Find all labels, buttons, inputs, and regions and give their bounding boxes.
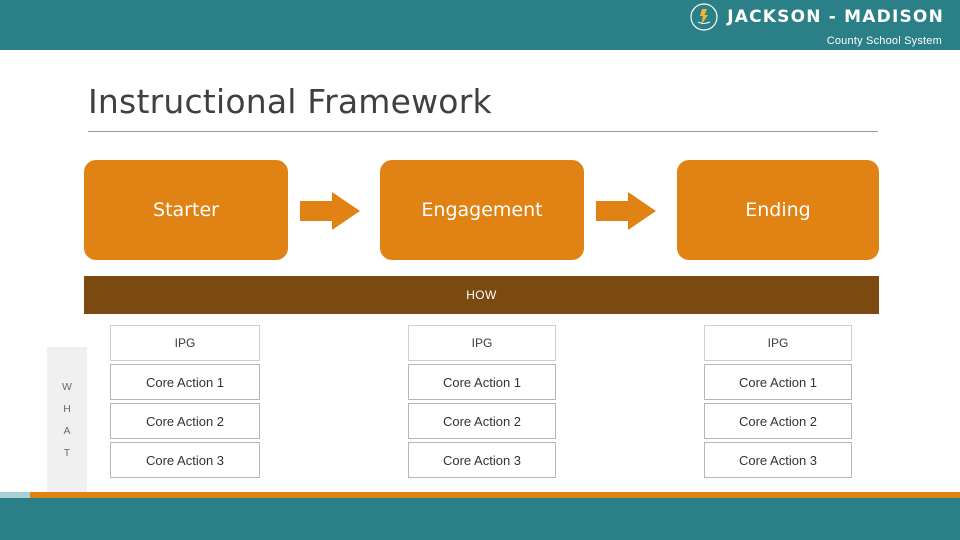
table-row: Core Action 3: [110, 442, 260, 478]
torch-runner-logo-icon: [689, 2, 719, 32]
column-header: IPG: [408, 325, 556, 361]
what-letter: T: [63, 446, 71, 459]
page-title: Instructional Framework: [88, 82, 492, 121]
arrow-shaft: [596, 201, 630, 221]
phase-box-engagement: Engagement: [380, 160, 584, 260]
org-name: JACKSON - MADISON: [727, 6, 944, 27]
how-bar-label: HOW: [466, 288, 497, 302]
arrow-head: [628, 192, 656, 230]
phase-label: Starter: [153, 199, 219, 221]
phase-box-starter: Starter: [84, 160, 288, 260]
what-letter: H: [63, 402, 71, 415]
phase-box-ending: Ending: [677, 160, 879, 260]
table-row: Core Action 1: [408, 364, 556, 400]
top-banner: JACKSON - MADISON County School System: [0, 0, 960, 50]
phase-label: Ending: [745, 199, 811, 221]
table-row: Core Action 2: [704, 403, 852, 439]
what-letter: A: [63, 424, 71, 437]
column-starter: IPG Core Action 1 Core Action 2 Core Act…: [110, 325, 260, 481]
arrow-right-icon: [596, 192, 656, 230]
arrow-head: [332, 192, 360, 230]
column-ending: IPG Core Action 1 Core Action 2 Core Act…: [704, 325, 852, 481]
column-header: IPG: [110, 325, 260, 361]
what-letter: W: [62, 380, 72, 393]
table-row: Core Action 2: [110, 403, 260, 439]
table-row: Core Action 3: [704, 442, 852, 478]
title-divider: [88, 131, 878, 132]
table-row: Core Action 1: [704, 364, 852, 400]
how-bar: HOW: [84, 276, 879, 314]
table-row: Core Action 1: [110, 364, 260, 400]
logo-row: JACKSON - MADISON: [689, 2, 944, 32]
table-row: Core Action 2: [408, 403, 556, 439]
bottom-banner: [0, 498, 960, 540]
logo-block: JACKSON - MADISON County School System: [689, 2, 944, 47]
org-subtitle: County School System: [826, 35, 942, 47]
what-bar: W H A T: [47, 347, 87, 492]
arrow-right-icon: [300, 192, 360, 230]
table-row: Core Action 3: [408, 442, 556, 478]
phase-label: Engagement: [421, 199, 543, 221]
column-header: IPG: [704, 325, 852, 361]
column-engagement: IPG Core Action 1 Core Action 2 Core Act…: [408, 325, 556, 481]
arrow-shaft: [300, 201, 334, 221]
